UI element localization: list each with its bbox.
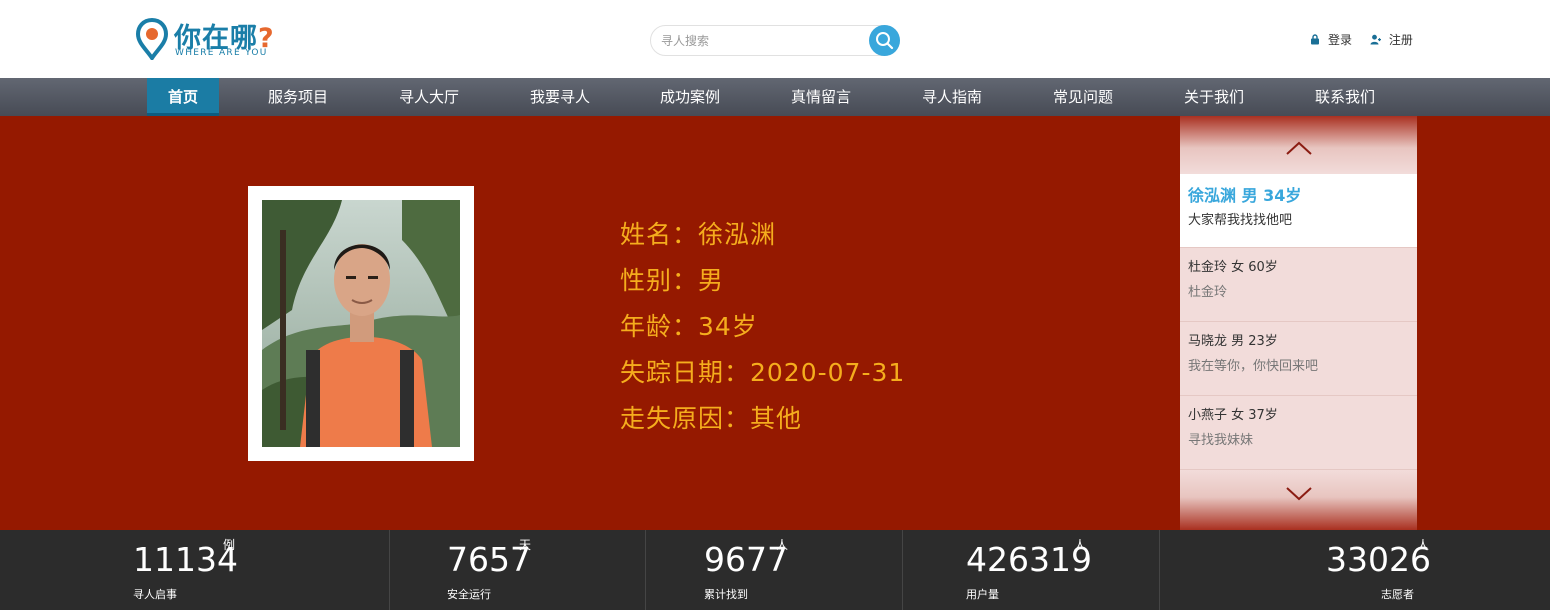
search-input[interactable]: [661, 32, 861, 50]
stat-label: 寻人启事: [133, 588, 177, 601]
person-photo-frame[interactable]: [248, 186, 474, 461]
nav-item-success-cases[interactable]: 成功案例: [641, 78, 739, 116]
register-link[interactable]: 注册: [1370, 31, 1413, 48]
stat-uptime: 7657 天 安全运行: [389, 530, 645, 610]
person-missing-date: 失踪日期：2020-07-31: [620, 358, 906, 387]
person-info: 姓名：徐泓渊 性别：男 年龄：34岁 失踪日期：2020-07-31 走失原因：…: [620, 212, 905, 442]
carousel-item[interactable]: 杜金玲 女 60岁 杜金玲: [1180, 248, 1417, 322]
carousel-item-subtitle: 大家帮我找找他吧: [1188, 213, 1293, 228]
stat-posts: 11134 例 寻人启事: [0, 530, 389, 610]
carousel-item-subtitle: 我在等你，你快回来吧: [1188, 359, 1319, 374]
stat-unit: 人: [1074, 538, 1087, 552]
auth-links: 登录 注册: [1310, 31, 1427, 48]
stat-found: 9677 人 累计找到: [645, 530, 902, 610]
register-label: 注册: [1388, 33, 1413, 47]
login-link[interactable]: 登录: [1310, 31, 1352, 48]
stat-unit: 人: [1417, 538, 1430, 552]
nav-item-home[interactable]: 首页: [147, 78, 219, 116]
nav-item-faq[interactable]: 常见问题: [1034, 78, 1132, 116]
chevron-down-icon[interactable]: [1284, 484, 1314, 504]
person-photo: [262, 200, 460, 447]
carousel-item-subtitle: 寻找我妹妹: [1188, 433, 1254, 448]
carousel-item[interactable]: 徐泓渊 男 34岁 大家帮我找找他吧: [1180, 174, 1417, 248]
missing-persons-carousel: 徐泓渊 男 34岁 大家帮我找找他吧 杜金玲 女 60岁 杜金玲 马晓龙 男 2…: [1180, 116, 1417, 530]
stat-value: 33026: [1326, 540, 1431, 579]
stat-label: 安全运行: [447, 588, 491, 601]
statistics-bar: 11134 例 寻人启事 7657 天 安全运行 9677 人 累计找到 426…: [0, 530, 1550, 610]
stat-users: 426319 人 用户量: [902, 530, 1159, 610]
nav-item-contact[interactable]: 联系我们: [1296, 78, 1394, 116]
search-icon: [876, 32, 894, 50]
nav-item-messages[interactable]: 真情留言: [772, 78, 870, 116]
carousel-item-title: 马晓龙 男 23岁: [1188, 334, 1278, 349]
search-button[interactable]: [869, 25, 900, 56]
stat-label: 用户量: [966, 588, 999, 601]
site-logo[interactable]: 你在哪? WHERE ARE YOU: [136, 16, 276, 62]
login-label: 登录: [1328, 33, 1353, 47]
site-header: 你在哪? WHERE ARE YOU 登录 注册: [0, 0, 1550, 78]
logo-subtitle: WHERE ARE YOU: [175, 48, 268, 58]
nav-item-guide[interactable]: 寻人指南: [903, 78, 1001, 116]
main-nav: 首页 服务项目 寻人大厅 我要寻人 成功案例 真情留言 寻人指南 常见问题 关于…: [0, 78, 1550, 116]
user-add-icon: [1370, 34, 1381, 45]
person-name: 姓名：徐泓渊: [620, 220, 777, 249]
featured-person-banner: 姓名：徐泓渊 性别：男 年龄：34岁 失踪日期：2020-07-31 走失原因：…: [0, 116, 1550, 530]
location-pin-logo-icon: [136, 18, 168, 60]
nav-item-search-hall[interactable]: 寻人大厅: [380, 78, 478, 116]
carousel-item-title: 小燕子 女 37岁: [1188, 408, 1278, 423]
stat-unit: 天: [519, 538, 532, 552]
person-age: 年龄：34岁: [620, 312, 758, 341]
nav-item-services[interactable]: 服务项目: [249, 78, 347, 116]
nav-item-post-search[interactable]: 我要寻人: [511, 78, 609, 116]
carousel-item[interactable]: 小燕子 女 37岁 寻找我妹妹: [1180, 396, 1417, 470]
search-box: [650, 25, 900, 56]
stat-label: 志愿者: [1381, 588, 1414, 601]
person-gender: 性别：男: [620, 266, 725, 295]
person-missing-reason: 走失原因：其他: [620, 404, 803, 433]
carousel-item-title: 杜金玲 女 60岁: [1188, 260, 1278, 275]
stat-unit: 人: [776, 538, 789, 552]
nav-item-about[interactable]: 关于我们: [1165, 78, 1263, 116]
person-photo-illustration: [262, 200, 460, 447]
carousel-item-subtitle: 杜金玲: [1188, 285, 1228, 300]
stat-label: 累计找到: [704, 588, 748, 601]
stat-unit: 例: [223, 538, 236, 552]
carousel-item[interactable]: 马晓龙 男 23岁 我在等你，你快回来吧: [1180, 322, 1417, 396]
stat-volunteers: 33026 人 志愿者: [1159, 530, 1550, 610]
lock-icon: [1311, 34, 1319, 45]
carousel-item-title: 徐泓渊 男 34岁: [1188, 186, 1302, 205]
chevron-up-icon[interactable]: [1284, 138, 1314, 158]
